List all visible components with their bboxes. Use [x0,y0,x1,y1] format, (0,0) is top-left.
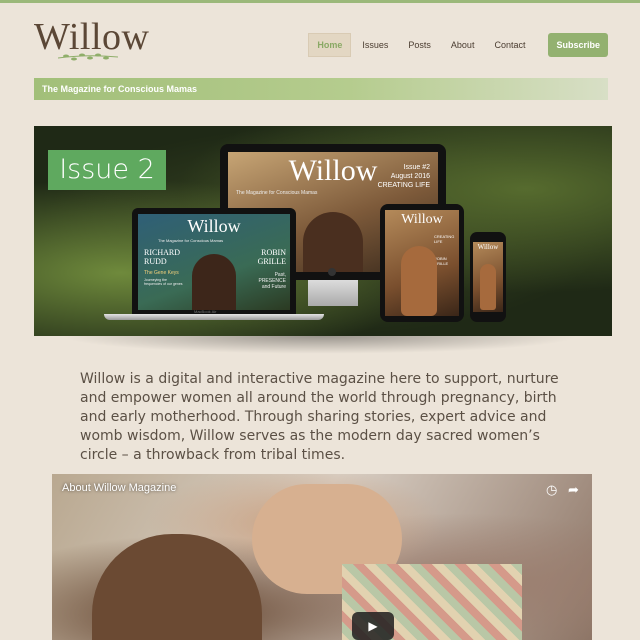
desktop-cover-issue: Issue #2 [403,164,430,171]
nav-item-about[interactable]: About [442,33,484,57]
tablet-mockup: Willow CREATING LIFE ROBIN GRILLE [380,204,464,322]
subscribe-button[interactable]: Subscribe [548,33,608,57]
intro-paragraph: Willow is a digital and interactive maga… [80,371,559,463]
laptop-base [104,314,324,320]
laptop-left-sub: The Gene Keys [144,270,179,276]
main-nav: Home Issues Posts About Contact Subscrib… [306,33,608,57]
play-icon: ▶ [368,619,378,633]
video-player[interactable]: About Willow Magazine ◷ ➦ ▶ [52,474,592,640]
laptop-mockup: Willow The Magazine for Conscious Mamas … [132,208,296,314]
tablet-side-1: CREATING LIFE [434,234,455,244]
desktop-cover-subtitle: The Magazine for Conscious Mamas [236,190,318,196]
nav-item-issues[interactable]: Issues [353,33,397,57]
video-title[interactable]: About Willow Magazine [62,482,176,494]
desktop-cover-date: August 2016 [390,173,430,180]
laptop-right-sub: Past, PRESENCE and Future [258,272,286,290]
tagline-bar: The Magazine for Conscious Mamas [34,78,608,100]
tablet-side-2: ROBIN GRILLE [434,256,449,266]
nav-item-contact[interactable]: Contact [485,33,534,57]
clock-icon[interactable]: ◷ [546,482,557,498]
tablet-cover-portrait [401,246,437,316]
phone-cover-title: Willow [477,243,499,251]
laptop-left-name: RICHARD RUDD [144,248,181,266]
site-logo[interactable]: Willow [34,16,150,64]
desktop-cover-portrait [303,212,363,272]
nav-item-home[interactable]: Home [308,33,352,57]
issue-badge[interactable]: Issue 2 [48,150,166,190]
laptop-left-sub2: Journeying the frequencies of our genes [144,278,183,286]
desktop-cover-headline: CREATING LIFE [377,182,430,189]
laptop-cover-portrait [192,254,236,310]
play-button[interactable]: ▶ [352,612,394,640]
share-icon[interactable]: ➦ [568,482,579,498]
phone-cover-portrait [480,264,496,310]
video-person-a [92,534,262,640]
laptop-right-name: ROBIN GRILLE [257,248,286,266]
laptop-cover-subtitle: The Magazine for Conscious Mamas [158,238,224,243]
laptop-cover-title: Willow [187,216,241,236]
laptop-brand: MacBook Air [194,309,217,314]
nav-item-posts[interactable]: Posts [399,33,440,57]
top-accent-line [0,0,640,3]
leaf-sprig-icon [58,53,118,61]
hero-shadow [60,336,580,354]
logo-text: Willow [34,16,150,58]
desktop-stand [308,280,358,306]
apple-logo-icon [328,268,336,276]
tablet-cover-title: Willow [401,212,443,227]
phone-mockup: Willow [470,232,506,322]
